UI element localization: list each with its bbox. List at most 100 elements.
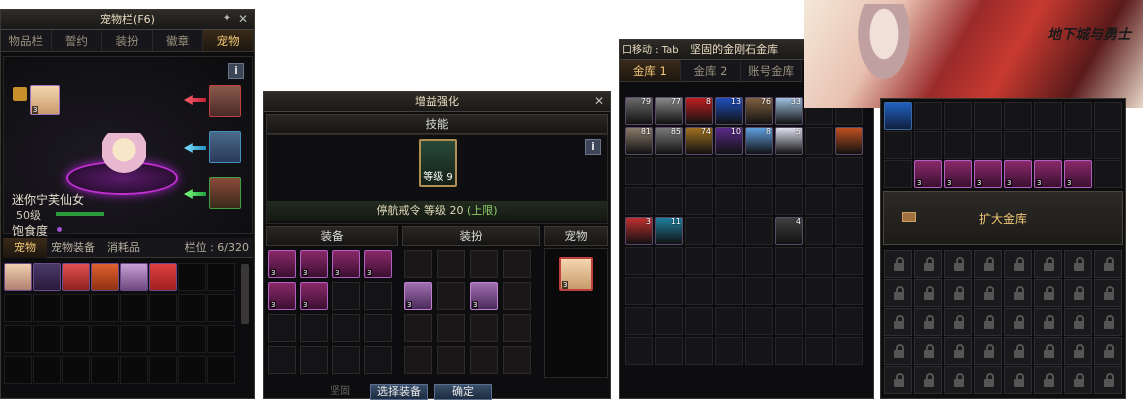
equip-slot-empty[interactable] (300, 346, 328, 374)
storage-slot[interactable] (805, 187, 833, 215)
storage-item[interactable]: 77 (655, 97, 683, 125)
pet-window-titlebar[interactable]: 宠物栏(F6) ✦ ✕ (1, 10, 254, 30)
storage-slot[interactable] (715, 217, 743, 245)
storage-slot[interactable] (835, 337, 863, 365)
pet-grid-scrollbar[interactable] (241, 264, 249, 324)
equip-slot-empty[interactable] (364, 346, 392, 374)
storage-slot[interactable] (625, 337, 653, 365)
storage-slot[interactable] (914, 131, 942, 159)
info-icon[interactable]: i (228, 63, 244, 79)
pet-grid-slot[interactable] (149, 356, 177, 384)
close-icon[interactable]: ✕ (592, 94, 606, 108)
storage-slot[interactable] (775, 187, 803, 215)
pet-grid-item[interactable] (4, 263, 32, 291)
confirm-button[interactable]: 确定 (434, 384, 492, 400)
storage-slot[interactable] (835, 157, 863, 185)
equip-slot-item[interactable]: 3 (268, 250, 296, 278)
pet-grid-item[interactable] (62, 263, 90, 291)
storage-slot[interactable] (805, 307, 833, 335)
pet-grid-slot[interactable] (91, 325, 119, 353)
storage-slot[interactable] (685, 217, 713, 245)
tab-avatar[interactable]: 装扮 (102, 30, 153, 51)
storage-item[interactable]: 3 (1034, 160, 1062, 188)
storage-item[interactable]: 33 (775, 97, 803, 125)
equip-slot-item[interactable]: 3 (300, 282, 328, 310)
pet-grid-item[interactable] (91, 263, 119, 291)
storage-slot[interactable] (914, 102, 942, 130)
storage-slot[interactable] (655, 307, 683, 335)
pet-grid-slot[interactable] (178, 263, 206, 291)
avatar-slot-empty[interactable] (503, 346, 531, 374)
equip-slot-empty[interactable] (364, 282, 392, 310)
pet-grid-slot[interactable] (4, 325, 32, 353)
avatar-slot-empty[interactable] (503, 250, 531, 278)
storage-slot[interactable] (625, 157, 653, 185)
pet-grid-item[interactable] (33, 263, 61, 291)
storage-slot[interactable] (775, 337, 803, 365)
storage-slot[interactable] (655, 247, 683, 275)
storage-slot[interactable] (745, 337, 773, 365)
pet-equip-slot-2[interactable] (209, 131, 241, 163)
storage-slot[interactable] (1004, 102, 1032, 130)
storage-slot[interactable] (805, 277, 833, 305)
pin-icon[interactable]: ✦ (220, 12, 234, 26)
pet-grid-slot[interactable] (178, 294, 206, 322)
storage-slot[interactable] (685, 187, 713, 215)
storage-item[interactable]: 85 (655, 127, 683, 155)
pet-grid-item[interactable] (120, 263, 148, 291)
storage-slot[interactable] (745, 247, 773, 275)
storage-slot[interactable] (775, 307, 803, 335)
expand-button[interactable]: 扩大金库 (883, 191, 1123, 245)
tab-pet[interactable]: 宠物 (203, 30, 254, 51)
storage-slot[interactable] (1004, 131, 1032, 159)
storage-slot[interactable] (625, 277, 653, 305)
pet-equip-slot-1[interactable] (209, 85, 241, 117)
storage-slot[interactable] (1094, 131, 1122, 159)
storage-item[interactable]: 4 (775, 217, 803, 245)
storage-slot[interactable] (775, 157, 803, 185)
pet-grid-slot[interactable] (207, 294, 235, 322)
pet-grid-slot[interactable] (207, 325, 235, 353)
storage-slot[interactable] (805, 247, 833, 275)
equip-slot-empty[interactable] (300, 314, 328, 342)
pet-equip-slot-3[interactable] (209, 177, 241, 209)
storage-slot[interactable] (685, 277, 713, 305)
storage-slot[interactable] (805, 157, 833, 185)
storage-slot[interactable] (944, 102, 972, 130)
storage-item[interactable]: 13 (715, 97, 743, 125)
storage-slot[interactable] (1064, 131, 1092, 159)
tab-emblem[interactable]: 徽章 (153, 30, 204, 51)
avatar-slot-empty[interactable] (404, 250, 432, 278)
storage-item[interactable]: 3 (1064, 160, 1092, 188)
pet-grid-slot[interactable] (91, 356, 119, 384)
storage-slot[interactable] (625, 307, 653, 335)
avatar-slot-empty[interactable] (437, 282, 465, 310)
storage-item[interactable]: 79 (625, 97, 653, 125)
pet-grid-slot[interactable] (178, 356, 206, 384)
storage-slot[interactable] (715, 277, 743, 305)
tab-account-storage[interactable]: 账号金库 (741, 60, 803, 81)
storage-slot[interactable] (974, 102, 1002, 130)
pet-grid-slot[interactable] (120, 294, 148, 322)
pet-grid-slot[interactable] (33, 325, 61, 353)
storage-item[interactable]: 3 (625, 217, 653, 245)
storage-slot[interactable] (655, 157, 683, 185)
buff-window-titlebar[interactable]: 增益强化 ✕ (264, 92, 610, 112)
storage-item[interactable]: 8 (685, 97, 713, 125)
storage-slot[interactable] (805, 337, 833, 365)
lock-icon[interactable] (13, 87, 27, 101)
storage-slot[interactable] (715, 337, 743, 365)
storage-slot[interactable] (1094, 160, 1122, 188)
storage-item[interactable]: 3 (1004, 160, 1032, 188)
storage-slot[interactable] (835, 217, 863, 245)
storage-slot[interactable] (775, 247, 803, 275)
pet-grid-slot[interactable] (62, 325, 90, 353)
avatar-slot-empty[interactable] (470, 346, 498, 374)
equip-slot-empty[interactable] (332, 346, 360, 374)
subtab-consumable[interactable]: 消耗品 (107, 238, 140, 258)
avatar-slot-empty[interactable] (437, 314, 465, 342)
info-icon[interactable]: i (585, 139, 601, 155)
storage-slot[interactable] (715, 307, 743, 335)
storage-item[interactable]: 8 (745, 127, 773, 155)
storage-item[interactable]: 3 (944, 160, 972, 188)
